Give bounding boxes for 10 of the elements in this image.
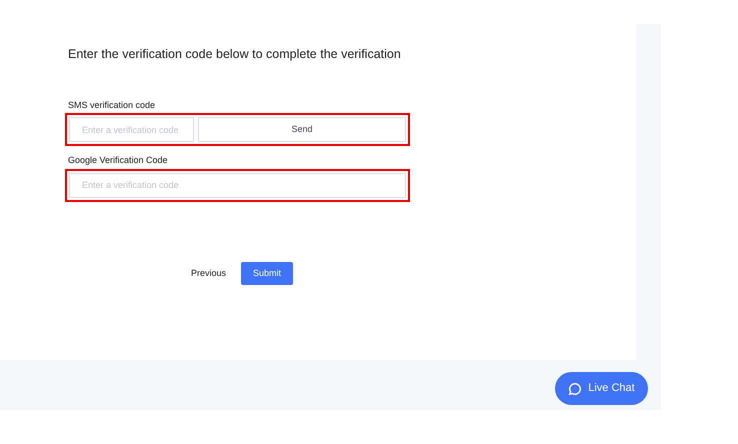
- field-label: Google Verification Code: [68, 154, 169, 168]
- chat-bubble-icon: [568, 382, 582, 396]
- code-input[interactable]: Enter a verification code: [69, 172, 406, 198]
- send-button[interactable]: Send: [198, 117, 406, 142]
- live-chat-button[interactable]: Live Chat: [555, 372, 648, 405]
- submit-button[interactable]: Submit: [241, 262, 294, 285]
- page-heading: Enter the verification code below to complete the verification: [68, 46, 402, 63]
- previous-button[interactable]: Previous: [191, 266, 226, 280]
- code-input[interactable]: Enter a verification code: [69, 117, 194, 142]
- field-label: SMS verification code: [68, 98, 156, 112]
